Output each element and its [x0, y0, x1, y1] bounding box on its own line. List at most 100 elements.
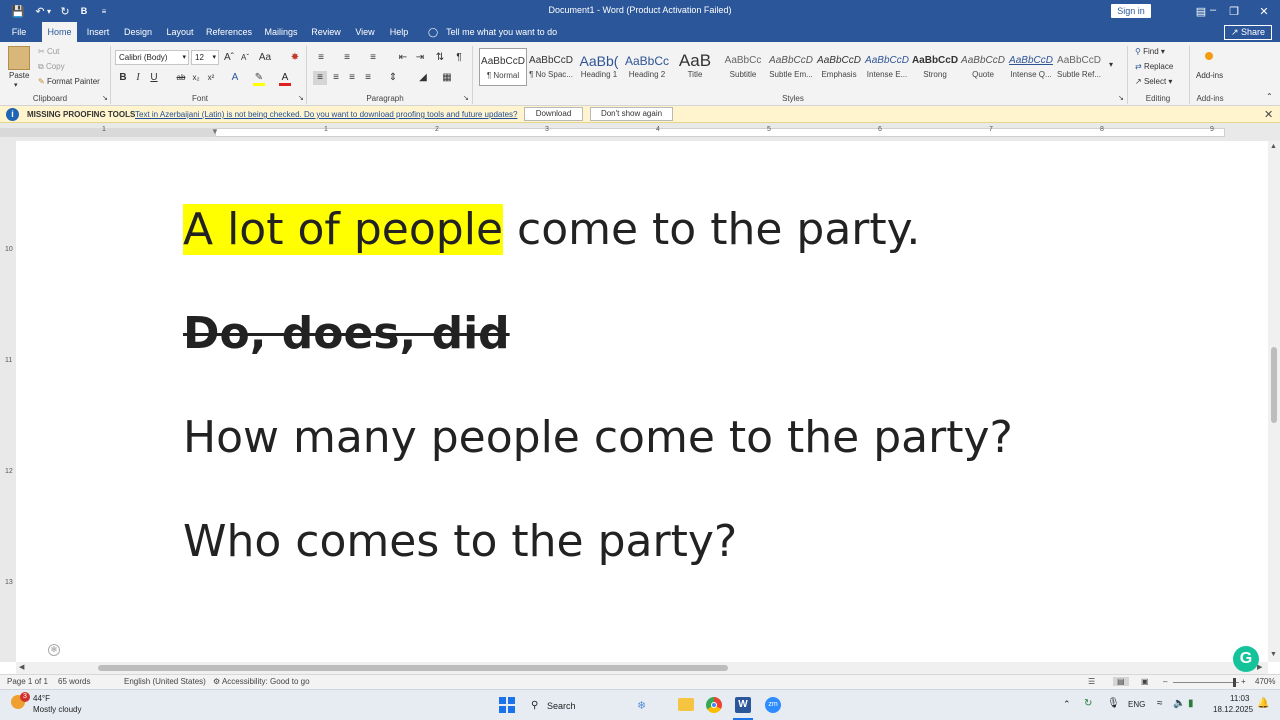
align-center-icon[interactable]: ≡ — [329, 71, 343, 85]
shrink-font-icon[interactable]: Aˇ — [238, 51, 252, 65]
temperature[interactable]: 44°F — [33, 694, 50, 703]
font-color-icon[interactable]: A — [278, 71, 292, 86]
tell-me-search[interactable]: ◯ Tell me what you want to do — [428, 22, 557, 42]
indent-marker-icon[interactable]: ▼ — [211, 128, 220, 139]
chrome-icon[interactable] — [706, 697, 722, 713]
focus-icon[interactable]: ✻ — [48, 644, 60, 656]
font-name-select[interactable]: Calibri (Body) ▾ — [115, 50, 189, 65]
restore-icon[interactable]: ❐ — [1224, 3, 1244, 19]
change-case-icon[interactable]: Aa — [258, 51, 272, 65]
cut-button[interactable]: ✂ Cut — [38, 47, 59, 56]
show-marks-icon[interactable]: ¶ — [452, 51, 466, 65]
horizontal-scrollbar[interactable]: ◀ ▶ — [16, 662, 1268, 674]
word-app-icon[interactable]: W — [735, 697, 751, 713]
close-icon[interactable]: ✕ — [1264, 108, 1273, 121]
tab-insert[interactable]: Insert — [84, 22, 112, 42]
italic-icon[interactable]: I — [131, 71, 145, 85]
dont-show-again-button[interactable]: Don't show again — [590, 107, 673, 121]
add-ins-button[interactable]: Add-ins — [1196, 71, 1223, 80]
style-subtle-emphasis[interactable]: AaBbCcD Subtle Em... — [767, 48, 815, 86]
style-intense-quote[interactable]: AaBbCcD Intense Q... — [1007, 48, 1055, 86]
strikethrough-icon[interactable]: ab — [174, 71, 188, 85]
style-subtle-reference[interactable]: AaBbCcD Subtle Ref... — [1055, 48, 1103, 86]
tab-design[interactable]: Design — [122, 22, 154, 42]
message-link[interactable]: Text in Azerbaijani (Latin) is not being… — [135, 110, 517, 119]
superscript-icon[interactable]: x² — [204, 71, 218, 85]
multilevel-list-icon[interactable]: ≡ — [366, 51, 380, 65]
web-layout-icon[interactable]: ▣ — [1141, 677, 1149, 686]
line-text[interactable]: come to the party. — [503, 204, 920, 255]
add-ins-icon[interactable] — [1205, 52, 1213, 60]
tab-view[interactable]: View — [351, 22, 379, 42]
paste-button[interactable]: Paste — [9, 71, 29, 80]
select-button[interactable]: ↗ Select ▾ — [1135, 77, 1172, 86]
subscript-icon[interactable]: x₂ — [189, 71, 203, 85]
chevron-up-icon[interactable]: ⌃ — [1063, 699, 1071, 710]
bold-icon[interactable]: B — [116, 71, 130, 85]
grammarly-icon[interactable]: G — [1233, 646, 1259, 672]
clock-date[interactable]: 18.12.2025 — [1213, 705, 1253, 714]
horizontal-scroll-thumb[interactable] — [98, 665, 728, 671]
style-emphasis[interactable]: AaBbCcD Emphasis — [815, 48, 863, 86]
clear-formatting-icon[interactable]: ✸ — [288, 51, 302, 65]
paste-icon[interactable] — [8, 46, 30, 70]
zoom-slider[interactable] — [1173, 682, 1239, 683]
language-indicator[interactable]: English (United States) — [124, 677, 206, 686]
wifi-icon[interactable]: ≈ — [1157, 698, 1163, 709]
minimize-icon[interactable]: – — [1203, 2, 1223, 18]
styles-launcher-icon[interactable]: ↘ — [1118, 94, 1124, 102]
accessibility-status[interactable]: ⚙ Accessibility: Good to go — [213, 677, 310, 686]
highlighted-text[interactable]: A lot of people — [183, 204, 504, 255]
tab-help[interactable]: Help — [387, 22, 411, 42]
underline-icon[interactable]: U — [147, 71, 161, 85]
zoom-slider-thumb[interactable] — [1233, 678, 1236, 687]
clipboard-launcher-icon[interactable]: ↘ — [102, 94, 108, 102]
shading-icon[interactable]: ◢ — [416, 71, 430, 85]
word-count[interactable]: 65 words — [58, 677, 90, 686]
speaker-icon[interactable]: 🔈 — [1173, 698, 1185, 709]
document-line[interactable]: A lot of people come to the party. — [183, 200, 920, 260]
notification-bell-icon[interactable]: 🔔 — [1257, 698, 1269, 709]
vertical-ruler[interactable]: 10 11 12 13 — [0, 141, 16, 662]
zoom-in-icon[interactable]: + — [1241, 677, 1246, 686]
copy-button[interactable]: ⧉ Copy — [38, 62, 65, 72]
line-spacing-icon[interactable]: ⇕ — [386, 71, 400, 85]
print-layout-icon[interactable]: ▤ — [1113, 677, 1129, 686]
tab-mailings[interactable]: Mailings — [261, 22, 301, 42]
taskbar-search[interactable]: ⚲ Search ❄ — [525, 696, 665, 716]
align-left-icon[interactable]: ≡ — [313, 71, 327, 85]
font-size-select[interactable]: 12 ▾ — [191, 50, 219, 65]
collapse-ribbon-icon[interactable]: ⌃ — [1266, 92, 1273, 101]
download-button[interactable]: Download — [524, 107, 583, 121]
clock-time[interactable]: 11:03 — [1230, 694, 1249, 703]
style-strong[interactable]: AaBbCcD Strong — [911, 48, 959, 86]
style-no-spacing[interactable]: AaBbCcD ¶ No Spac... — [527, 48, 575, 86]
page-count[interactable]: Page 1 of 1 — [7, 677, 48, 686]
close-icon[interactable]: ✕ — [1254, 3, 1274, 19]
zoom-app-icon[interactable]: zm — [765, 697, 781, 713]
language-indicator[interactable]: ENG — [1128, 700, 1145, 709]
format-painter-button[interactable]: ✎ Format Painter — [38, 77, 100, 86]
document-canvas[interactable]: A lot of people come to the party. Do, d… — [16, 141, 1268, 662]
style-quote[interactable]: AaBbCcD Quote — [959, 48, 1007, 86]
decrease-indent-icon[interactable]: ⇤ — [396, 51, 410, 65]
grow-font-icon[interactable]: Aˆ — [222, 51, 236, 65]
strikethrough-line[interactable]: Do, does, did — [183, 304, 510, 364]
tab-file[interactable]: File — [6, 22, 32, 42]
scroll-down-icon[interactable]: ▼ — [1270, 651, 1277, 658]
sort-icon[interactable]: ⇅ — [433, 51, 447, 65]
file-explorer-icon[interactable] — [678, 698, 694, 711]
zoom-out-icon[interactable]: – — [1163, 677, 1167, 686]
tab-layout[interactable]: Layout — [163, 22, 197, 42]
vertical-scrollbar[interactable]: ▲ ▼ — [1268, 141, 1280, 662]
align-right-icon[interactable]: ≡ — [345, 71, 359, 85]
focus-mode-icon[interactable]: ☰ — [1088, 677, 1095, 686]
style-normal[interactable]: AaBbCcD ¶ Normal — [479, 48, 527, 86]
style-subtitle[interactable]: AaBbCc Subtitle — [719, 48, 767, 86]
tab-home[interactable]: Home — [42, 22, 77, 42]
tab-review[interactable]: Review — [310, 22, 342, 42]
style-intense-emphasis[interactable]: AaBbCcD Intense E... — [863, 48, 911, 86]
borders-icon[interactable]: ▦ — [440, 71, 454, 85]
sign-in-button[interactable]: Sign in — [1111, 4, 1151, 18]
justify-icon[interactable]: ≡ — [361, 71, 375, 85]
